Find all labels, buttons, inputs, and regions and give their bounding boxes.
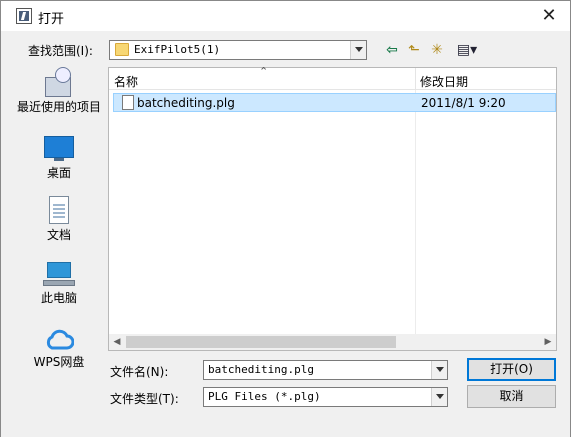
filename-value: batchediting.plg (208, 363, 314, 376)
title-bar[interactable]: 打开 ✕ (1, 1, 570, 31)
horizontal-scrollbar[interactable]: ◀ ▶ (109, 334, 556, 350)
open-file-dialog: 打开 ✕ 查找范围(I): ExifPilot5(1) ⇦ ⬑ ✳ ▤▾ 最近使… (0, 0, 571, 437)
place-recent[interactable]: 最近使用的项目 (16, 67, 102, 114)
dialog-title: 打开 (38, 12, 65, 27)
column-name-header[interactable]: 名称 (114, 73, 138, 90)
place-documents[interactable]: 文档 (16, 195, 102, 242)
close-icon: ✕ (541, 5, 557, 26)
column-header: ⌃ 名称 修改日期 (109, 65, 556, 90)
new-folder-icon[interactable]: ✳ (428, 41, 446, 59)
look-in-value: ExifPilot5(1) (134, 43, 221, 56)
file-date: 2011/8/1 9:20 (421, 96, 506, 110)
place-label: 桌面 (46, 166, 71, 180)
look-in-label: 查找范围(I): (28, 44, 93, 58)
filetype-value: PLG Files (*.plg) (208, 390, 321, 403)
place-label: 最近使用的项目 (16, 100, 101, 114)
scroll-right-icon[interactable]: ▶ (540, 334, 556, 350)
filename-input[interactable]: batchediting.plg (203, 360, 448, 380)
file-list[interactable]: ⌃ 名称 修改日期 batchediting.plg 2011/8/1 9:20… (108, 65, 557, 351)
place-label: WPS网盘 (33, 355, 85, 369)
app-icon (16, 8, 32, 24)
close-button[interactable]: ✕ (536, 3, 562, 29)
filetype-dropdown[interactable]: PLG Files (*.plg) (203, 387, 448, 407)
view-menu-icon[interactable]: ▤▾ (453, 41, 481, 59)
file-name: batchediting.plg (137, 96, 235, 110)
back-arrow-icon[interactable]: ⇦ (383, 41, 401, 59)
chevron-down-icon[interactable] (431, 388, 447, 406)
look-in-dropdown[interactable]: ExifPilot5(1) (109, 40, 367, 60)
place-this-pc[interactable]: 此电脑 (16, 258, 102, 305)
folder-icon (115, 43, 129, 56)
scroll-left-icon[interactable]: ◀ (109, 334, 125, 350)
sort-ascending-icon: ⌃ (259, 65, 269, 78)
place-label: 文档 (46, 228, 71, 242)
wps-cloud-icon (43, 322, 75, 354)
filename-label: 文件名(N): (110, 365, 169, 379)
bottom-edge (1, 429, 570, 437)
documents-icon (43, 195, 75, 227)
place-wps-cloud[interactable]: WPS网盘 (16, 322, 102, 369)
scrollbar-thumb[interactable] (126, 336, 396, 348)
places-bar: 最近使用的项目 桌面 文档 此电脑 WPS网盘 (16, 67, 102, 369)
cancel-button[interactable]: 取消 (467, 385, 556, 408)
chevron-down-icon[interactable] (350, 41, 366, 59)
place-desktop[interactable]: 桌面 (16, 133, 102, 180)
this-pc-icon (43, 258, 75, 290)
filetype-label: 文件类型(T): (110, 392, 179, 406)
file-icon (122, 95, 134, 110)
column-date-header[interactable]: 修改日期 (420, 73, 468, 90)
file-row[interactable]: batchediting.plg 2011/8/1 9:20 (113, 93, 556, 112)
recent-places-icon (43, 67, 75, 99)
place-label: 此电脑 (40, 291, 77, 305)
open-button[interactable]: 打开(O) (467, 358, 556, 381)
up-folder-icon[interactable]: ⬑ (405, 41, 423, 59)
desktop-icon (43, 133, 75, 165)
chevron-down-icon[interactable] (431, 361, 447, 379)
